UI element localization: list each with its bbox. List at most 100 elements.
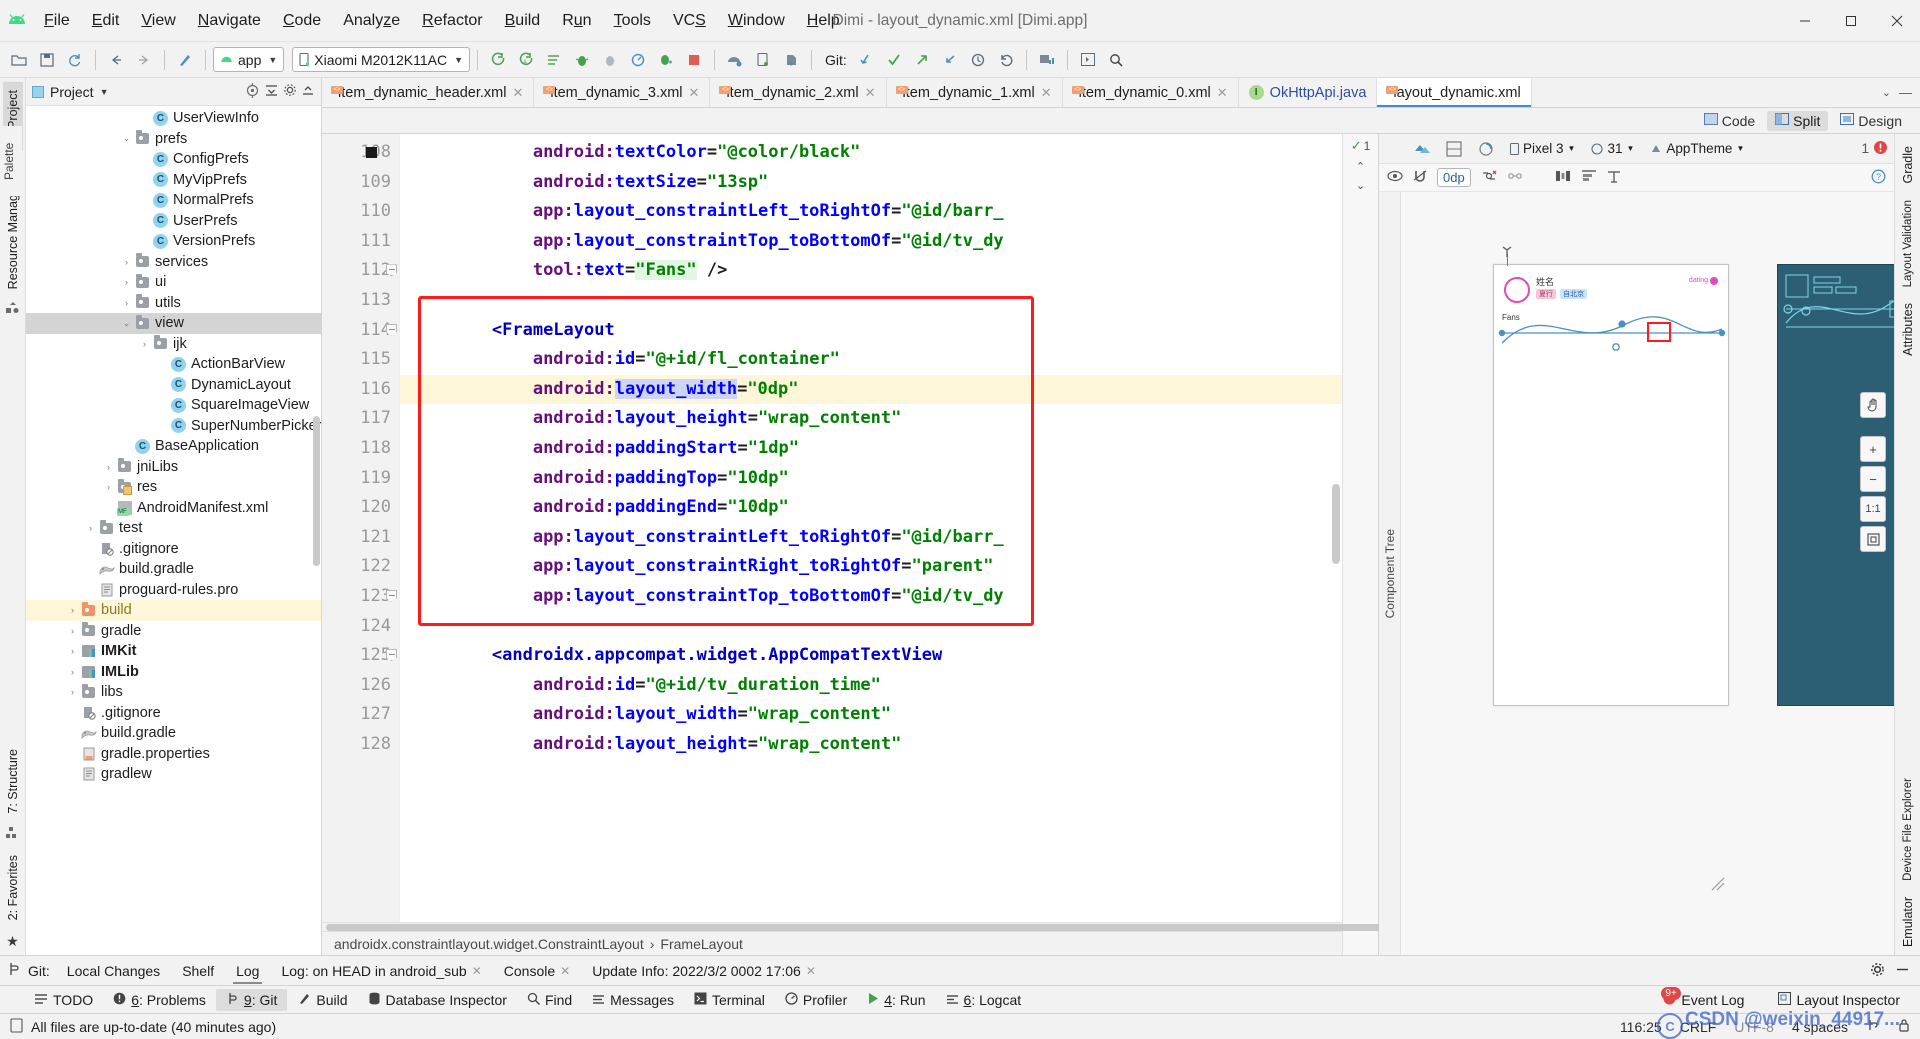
api-level-selector[interactable]: 31 ▼: [1586, 140, 1639, 157]
minimize-button[interactable]: [1782, 0, 1828, 42]
run-icon[interactable]: [485, 47, 511, 73]
theme-selector[interactable]: AppTheme ▼: [1645, 140, 1749, 157]
line-number-123[interactable]: 123: [322, 582, 399, 612]
menu-refactor[interactable]: Refactor: [412, 8, 492, 34]
tree-node-libs[interactable]: › libs: [26, 682, 321, 703]
rail-item-gradle[interactable]: Gradle: [1898, 138, 1918, 192]
menu-run[interactable]: Run: [552, 8, 601, 34]
line-number-110[interactable]: 110: [322, 197, 399, 227]
code-line-120[interactable]: android:paddingEnd="10dp": [400, 493, 1342, 523]
chevron-down-icon-tabs[interactable]: ⌄: [1882, 86, 1891, 99]
line-number-125[interactable]: 125: [322, 641, 399, 671]
tree-node-myvipprefs[interactable]: C MyVipPrefs: [26, 170, 321, 191]
zoom-actual-button[interactable]: 1:1: [1860, 496, 1886, 522]
menu-analyze[interactable]: Analyze: [333, 8, 410, 34]
tree-node-gradlew[interactable]: gradlew: [26, 764, 321, 785]
stop-icon[interactable]: [681, 47, 707, 73]
tree-node-jnilibs[interactable]: › jniLibs: [26, 457, 321, 478]
tool-strip-profiler[interactable]: Profiler: [775, 989, 857, 1011]
tree-arrow-icon[interactable]: ›: [102, 482, 115, 492]
collapse-all-icon[interactable]: [264, 83, 279, 101]
close-button[interactable]: [1874, 0, 1920, 42]
rail-item-device-file-explorer[interactable]: Device File Explorer: [1899, 770, 1917, 889]
rail-item-emulator[interactable]: Emulator: [1898, 889, 1918, 955]
save-all-icon[interactable]: [34, 47, 60, 73]
line-number-117[interactable]: 117: [322, 404, 399, 434]
tree-node-build[interactable]: › build: [26, 600, 321, 621]
tool-strip-layout-inspector[interactable]: Layout Inspector: [1768, 989, 1910, 1011]
zoom-out-button[interactable]: −: [1860, 466, 1886, 492]
help-icon[interactable]: ?: [1871, 169, 1886, 187]
line-number-126[interactable]: 126: [322, 671, 399, 701]
editor-tab-item-dynamic-1-xml[interactable]: <> item_dynamic_1.xml ✕: [887, 78, 1063, 107]
tree-node-services[interactable]: › services: [26, 252, 321, 273]
code-line-119[interactable]: android:paddingTop="10dp": [400, 464, 1342, 494]
git-panel-tabs[interactable]: Local Changes Shelf Log Log: on HEAD in and…: [56, 958, 827, 984]
code-fold-icon[interactable]: [386, 264, 398, 277]
tree-node-gradle[interactable]: › gradle: [26, 621, 321, 642]
git-tab-log[interactable]: Log: [225, 958, 270, 984]
tree-arrow-icon[interactable]: ›: [66, 687, 79, 697]
code-line-121[interactable]: app:layout_constraintLeft_toRightOf="@id…: [400, 523, 1342, 553]
preview-error-icon[interactable]: [1873, 140, 1888, 158]
menu-code[interactable]: Code: [273, 8, 331, 34]
tree-node-versionprefs[interactable]: C VersionPrefs: [26, 231, 321, 252]
preview-canvas[interactable]: Component Tree 姓名 夏行 自北京 dating Fans + −…: [1379, 192, 1894, 955]
code-line-126[interactable]: android:id="@+id/tv_duration_time": [400, 671, 1342, 701]
code-line-109[interactable]: android:textSize="13sp": [400, 168, 1342, 198]
design-surface-icon[interactable]: [1409, 136, 1435, 162]
run-with-coverage-icon[interactable]: A: [513, 47, 539, 73]
palette-rail-label[interactable]: Palette: [0, 126, 22, 196]
menu-navigate[interactable]: Navigate: [188, 8, 271, 34]
project-tree-scrollbar[interactable]: [313, 416, 320, 566]
tool-strip-event-log[interactable]: 9+ Event Log: [1653, 986, 1754, 1011]
code-line-123[interactable]: app:layout_constraintTop_toBottomOf="@id…: [400, 582, 1342, 612]
code-line-128[interactable]: android:layout_height="wrap_content": [400, 730, 1342, 760]
menu-window[interactable]: Window: [718, 8, 795, 34]
editor-tab-item-dynamic-3-xml[interactable]: <> item_dynamic_3.xml ✕: [534, 78, 711, 107]
tree-arrow-icon[interactable]: ›: [120, 277, 133, 287]
code-editor[interactable]: 1081091101111121131141151161171181191201…: [322, 134, 1386, 955]
tree-arrow-icon[interactable]: ›: [138, 339, 151, 349]
design-surface-phone[interactable]: 姓名 夏行 自北京 dating Fans: [1493, 264, 1729, 706]
menu-build[interactable]: Build: [495, 8, 551, 34]
line-number-122[interactable]: 122: [322, 552, 399, 582]
next-problem-icon[interactable]: ⌄: [1356, 179, 1365, 192]
guideline-icon[interactable]: [1607, 169, 1621, 186]
editor-tab-item-dynamic-header-xml[interactable]: <> item_dynamic_header.xml ✕: [322, 78, 535, 107]
code-vertical-scrollbar[interactable]: [1332, 484, 1340, 564]
line-number-118[interactable]: 118: [322, 434, 399, 464]
tree-node-baseapplication[interactable]: C BaseApplication: [26, 436, 321, 457]
tree-node-build-gradle[interactable]: build.gradle: [26, 559, 321, 580]
tree-node-utils[interactable]: › utils: [26, 293, 321, 314]
line-number-111[interactable]: 111: [322, 227, 399, 257]
code-line-111[interactable]: app:layout_constraintTop_toBottomOf="@id…: [400, 227, 1342, 257]
tree-node-imlib[interactable]: › IMLib: [26, 662, 321, 683]
default-margin-selector[interactable]: 0dp: [1437, 168, 1471, 187]
git-history-icon[interactable]: [965, 47, 991, 73]
line-number-gutter[interactable]: 1081091101111121131141151161171181191201…: [322, 134, 400, 922]
indent-setting[interactable]: 4 spaces: [1792, 1019, 1848, 1035]
tree-node-imkit[interactable]: › IMKit: [26, 641, 321, 662]
locate-file-icon[interactable]: [245, 82, 260, 101]
tree-arrow-icon[interactable]: ⌄: [120, 133, 133, 144]
menu-file[interactable]: File: [34, 8, 80, 34]
tree-arrow-icon[interactable]: ›: [66, 646, 79, 656]
device-selector[interactable]: Xiaomi M2012K11AC ▼: [292, 47, 471, 72]
navigate-back-icon[interactable]: [103, 47, 129, 73]
tree-node-actionbarview[interactable]: C ActionBarView: [26, 354, 321, 375]
code-line-110[interactable]: app:layout_constraintLeft_toRightOf="@id…: [400, 197, 1342, 227]
debug-icon[interactable]: [569, 47, 595, 73]
git-tab-log-on-head-in-android-sub[interactable]: Log: on HEAD in android_sub ✕: [270, 958, 492, 984]
git-tab-close-icon[interactable]: ✕: [806, 964, 816, 978]
git-tab-close-icon[interactable]: ✕: [560, 964, 570, 978]
clear-constraints-icon[interactable]: [1481, 169, 1497, 186]
breakpoint-marker[interactable]: [366, 147, 377, 158]
run-anything-icon[interactable]: [653, 47, 679, 73]
blueprint-toggle-icon[interactable]: [1441, 136, 1467, 162]
profiler-icon[interactable]: [625, 47, 651, 73]
code-fold-icon[interactable]: [386, 589, 398, 603]
line-number-128[interactable]: 128: [322, 730, 399, 760]
attach-debugger-icon[interactable]: [597, 47, 623, 73]
code-line-108[interactable]: android:textColor="@color/black": [400, 138, 1342, 168]
